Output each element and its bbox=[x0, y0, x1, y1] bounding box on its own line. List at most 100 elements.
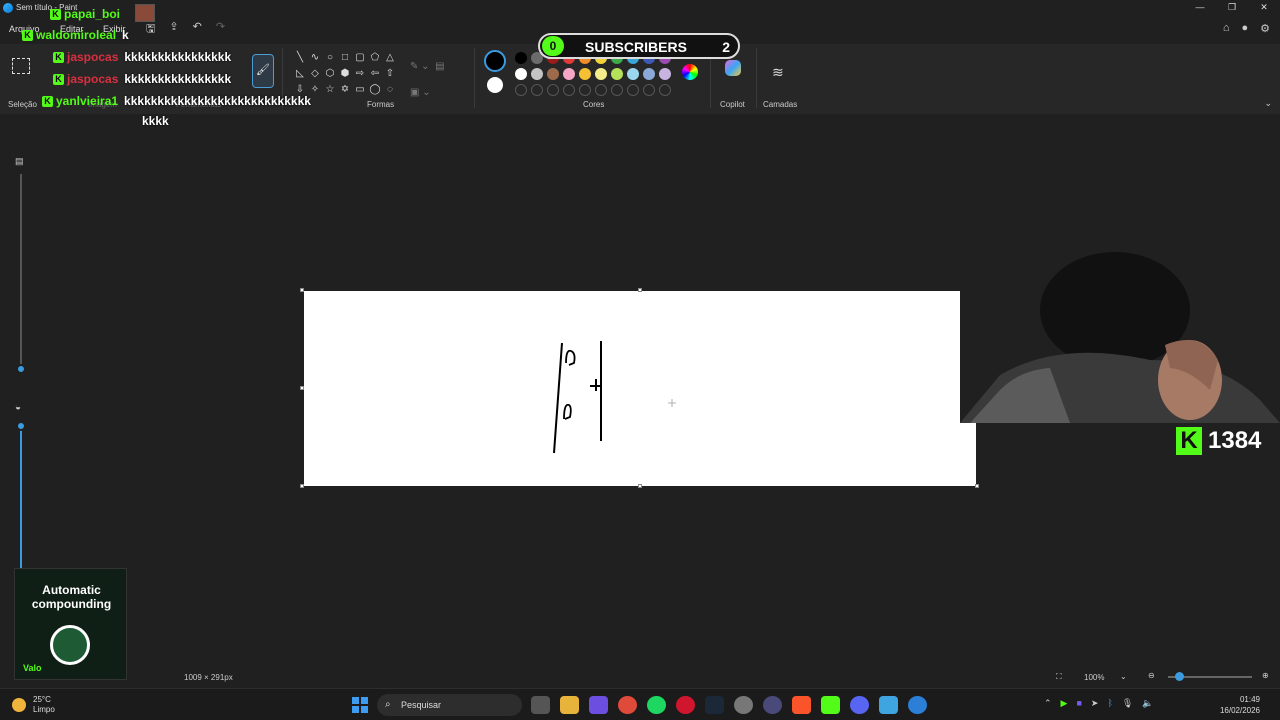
shape-option-icon[interactable]: ⬡ bbox=[323, 66, 337, 81]
fit-to-window-icon[interactable]: ⛶ bbox=[1056, 672, 1062, 682]
shape-option-icon[interactable]: ○ bbox=[323, 50, 337, 65]
shape-option-icon[interactable]: ▭ bbox=[353, 82, 367, 97]
app-icon[interactable] bbox=[763, 696, 782, 714]
notepad-icon[interactable] bbox=[879, 696, 898, 714]
brave-icon[interactable] bbox=[792, 696, 811, 714]
color-swatch[interactable] bbox=[531, 68, 543, 80]
shape-option-icon[interactable]: ✡ bbox=[338, 82, 352, 97]
collapse-ribbon-icon[interactable]: ⌄ bbox=[1264, 98, 1272, 109]
zoom-out-icon[interactable]: ⊖ bbox=[1148, 671, 1155, 680]
resize-handle[interactable] bbox=[638, 288, 642, 292]
microphone-icon[interactable]: 🎙 bbox=[1122, 698, 1133, 709]
shape-option-icon[interactable]: ◯ bbox=[368, 82, 382, 97]
layers-icon[interactable]: ≋ bbox=[772, 64, 784, 81]
secondary-color-swatch[interactable] bbox=[487, 77, 503, 93]
custom-color-slot[interactable] bbox=[515, 84, 527, 96]
color-swatch[interactable] bbox=[515, 52, 527, 64]
share-icon[interactable]: ⇪ bbox=[169, 20, 178, 39]
minimize-button[interactable]: — bbox=[1184, 0, 1216, 16]
shape-option-icon[interactable]: ▢ bbox=[353, 50, 367, 65]
tray-app-icon[interactable]: ▶ bbox=[1061, 698, 1068, 709]
app-grid-icon[interactable] bbox=[589, 696, 608, 714]
task-view-icon[interactable] bbox=[531, 696, 550, 714]
volume-icon[interactable]: 🔈 bbox=[1142, 698, 1153, 709]
shape-option-icon[interactable]: ◌ bbox=[383, 82, 397, 97]
weather-icon[interactable] bbox=[12, 698, 26, 712]
feedback-icon[interactable]: ⌂ bbox=[1223, 22, 1230, 35]
account-icon[interactable]: ● bbox=[1241, 22, 1248, 35]
color-swatch[interactable] bbox=[659, 68, 671, 80]
shape-option-icon[interactable]: ╲ bbox=[293, 50, 307, 65]
resize-handle[interactable] bbox=[300, 288, 304, 292]
edit-colors-icon[interactable] bbox=[682, 64, 698, 80]
shape-option-icon[interactable]: ☆ bbox=[323, 82, 337, 97]
clock-app-icon[interactable] bbox=[734, 696, 753, 714]
custom-color-slot[interactable] bbox=[595, 84, 607, 96]
zoom-percentage[interactable]: 100% bbox=[1084, 673, 1104, 682]
color-swatch[interactable] bbox=[563, 68, 575, 80]
color-swatch[interactable] bbox=[579, 68, 591, 80]
drawing-canvas[interactable] bbox=[304, 291, 976, 486]
steam-icon[interactable] bbox=[705, 696, 724, 714]
shape-option-icon[interactable]: ⇨ bbox=[353, 66, 367, 81]
shape-option-icon[interactable]: ⬠ bbox=[368, 50, 382, 65]
save-icon[interactable]: 🖫 bbox=[146, 20, 155, 39]
shape-option-icon[interactable]: ◺ bbox=[293, 66, 307, 81]
weather-widget[interactable]: 25°C Limpo bbox=[33, 695, 55, 715]
shape-option-icon[interactable]: ⇧ bbox=[383, 66, 397, 81]
zoom-slider-knob[interactable] bbox=[1175, 672, 1184, 681]
custom-color-slot[interactable] bbox=[531, 84, 543, 96]
shape-option-icon[interactable]: ◇ bbox=[308, 66, 322, 81]
tray-overflow-icon[interactable]: ⌃ bbox=[1044, 698, 1052, 709]
color-swatch[interactable] bbox=[595, 68, 607, 80]
tray-app-icon[interactable]: ➤ bbox=[1091, 698, 1099, 709]
shape-option-icon[interactable]: ⬢ bbox=[338, 66, 352, 81]
fill-icon[interactable]: ▣ ⌄ bbox=[410, 80, 466, 106]
resize-handle[interactable] bbox=[300, 484, 304, 488]
zoom-dropdown-icon[interactable]: ⌄ bbox=[1120, 672, 1127, 681]
kick-app-icon[interactable] bbox=[821, 696, 840, 714]
close-button[interactable]: ✕ bbox=[1248, 0, 1280, 16]
start-button[interactable] bbox=[352, 697, 368, 713]
opacity-knob[interactable] bbox=[16, 421, 26, 431]
settings-icon[interactable]: ⚙ bbox=[1260, 22, 1270, 35]
custom-color-slot[interactable] bbox=[627, 84, 639, 96]
shape-option-icon[interactable]: △ bbox=[383, 50, 397, 65]
opera-icon[interactable] bbox=[676, 696, 695, 714]
discord-icon[interactable] bbox=[850, 696, 869, 714]
resize-handle[interactable] bbox=[300, 386, 304, 390]
taskbar-clock[interactable]: 01:49 16/02/2026 bbox=[1220, 694, 1260, 716]
primary-color-swatch[interactable] bbox=[484, 50, 506, 72]
bluetooth-icon[interactable]: ᛒ bbox=[1107, 698, 1112, 709]
custom-color-slot[interactable] bbox=[611, 84, 623, 96]
redo-icon[interactable]: ↷ bbox=[216, 20, 225, 39]
brush-size-track[interactable] bbox=[20, 174, 22, 364]
color-swatch[interactable] bbox=[627, 68, 639, 80]
selection-tool-icon[interactable] bbox=[12, 58, 30, 74]
file-explorer-icon[interactable] bbox=[560, 696, 579, 714]
taskbar-search[interactable]: ⌕ Pesquisar bbox=[377, 694, 522, 716]
resize-handle[interactable] bbox=[975, 484, 979, 488]
custom-color-slot[interactable] bbox=[643, 84, 655, 96]
tray-app-icon[interactable]: ■ bbox=[1076, 698, 1081, 709]
brush-size-knob[interactable] bbox=[16, 364, 26, 374]
zoom-in-icon[interactable]: ⊕ bbox=[1262, 671, 1269, 680]
custom-color-slot[interactable] bbox=[659, 84, 671, 96]
color-swatch[interactable] bbox=[643, 68, 655, 80]
color-swatch[interactable] bbox=[515, 68, 527, 80]
brush-tool-icon[interactable]: 🖌 bbox=[252, 54, 274, 88]
maximize-button[interactable]: ❐ bbox=[1216, 0, 1248, 16]
chrome-icon[interactable] bbox=[618, 696, 637, 714]
copilot-icon[interactable] bbox=[725, 60, 741, 76]
outline-icon[interactable]: ✎ ⌄ ▤ bbox=[410, 54, 466, 80]
custom-color-slot[interactable] bbox=[563, 84, 575, 96]
custom-color-slot[interactable] bbox=[579, 84, 591, 96]
undo-icon[interactable]: ↶ bbox=[193, 20, 202, 39]
paint-taskbar-icon[interactable] bbox=[908, 696, 927, 714]
color-swatch[interactable] bbox=[611, 68, 623, 80]
spotify-icon[interactable] bbox=[647, 696, 666, 714]
shape-option-icon[interactable]: □ bbox=[338, 50, 352, 65]
custom-color-slot[interactable] bbox=[547, 84, 559, 96]
shape-option-icon[interactable]: ∿ bbox=[308, 50, 322, 65]
opacity-track[interactable] bbox=[20, 426, 22, 571]
